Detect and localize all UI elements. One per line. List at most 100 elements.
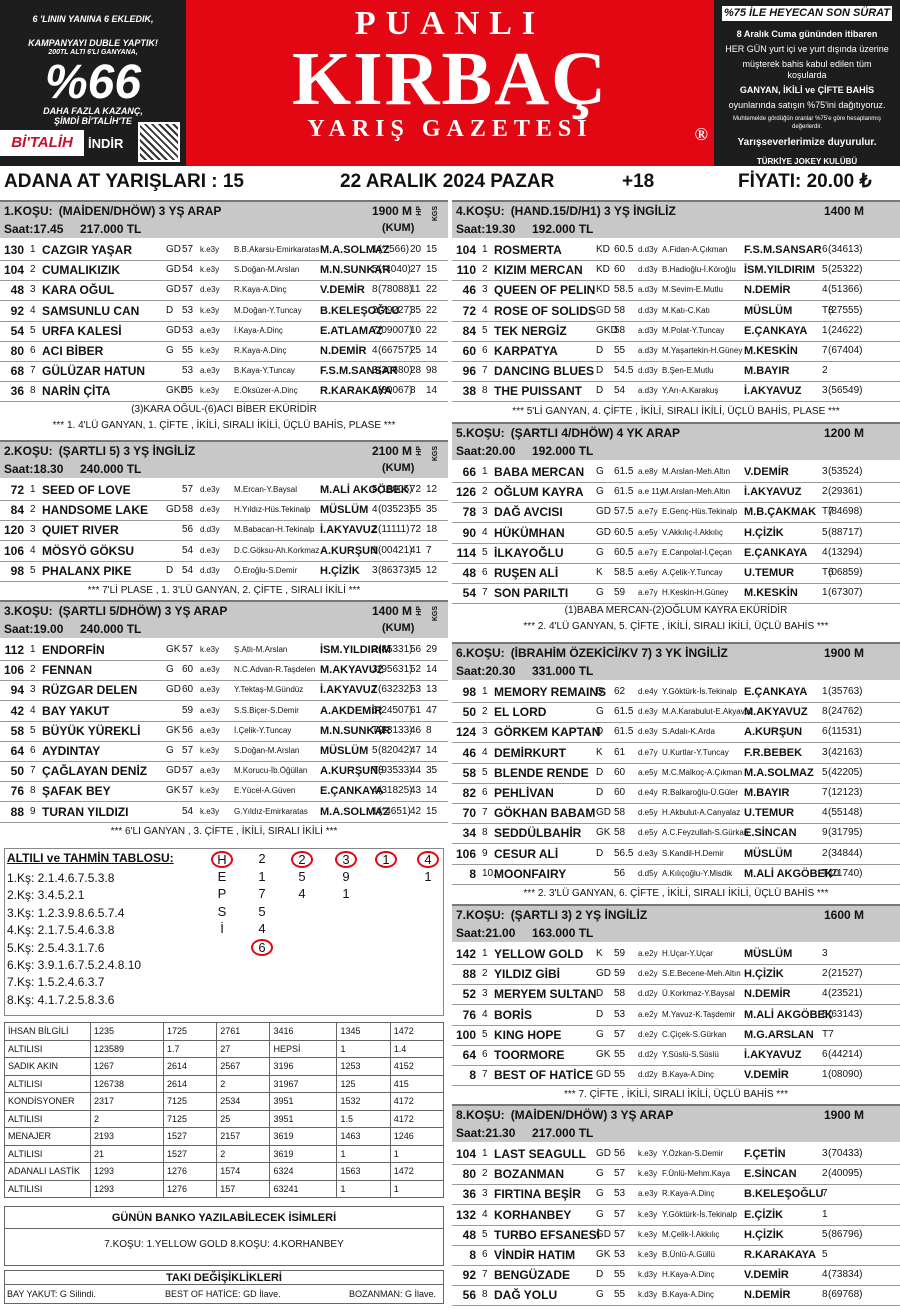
horse-row[interactable]: 124 3 GÖRKEM KAPTAN D 61.5 d.e3y S.Adalı-K.Ard… — [452, 722, 900, 742]
jockey: E.SİNCAN — [744, 1168, 797, 1181]
last-results: (42163) — [828, 746, 863, 758]
horse-row[interactable]: 58 5 BÜYÜK YÜREKLİ GK 56 a.e3y İ.Çelik-Y.Tunca… — [0, 721, 448, 741]
horse-row[interactable]: 34 8 SEDDÜLBAHİR GK 58 d.e5y A.C.Feyzullah-S.G… — [452, 823, 900, 843]
horse-row[interactable]: 88 9 TURAN YILDIZI 54 k.e3y G.Yıldız-Emirkara… — [0, 802, 448, 822]
horse-row[interactable]: 120 3 QUIET RIVER 56 d.d3y M.Babacan-H.Tekina… — [0, 520, 448, 540]
horse-row[interactable]: 106 4 MÖSYÖ GÖKSU 54 d.e3y D.C.Göksu-Ah.Korkm… — [0, 541, 448, 561]
horse-row[interactable]: 90 4 HÜKÜMHAN GD 60.5 a.e5y V.Akkılıç-İ.Akkılı… — [452, 523, 900, 543]
jockey: MÜSLÜM — [744, 847, 793, 860]
weight: 56 — [614, 867, 626, 879]
expert-pick: 1 — [336, 1179, 391, 1198]
horse-row[interactable]: 46 4 DEMİRKURT K 61 d.e7y U.Kurtlar-Y.Tuncay F.… — [452, 743, 900, 763]
horse-row[interactable]: 82 6 PEHLİVAN D 60 d.e4y R.Balkaroğlu-Ü.Güler M… — [452, 783, 900, 803]
horse-row[interactable]: 48 5 TURBO EFSANESİ GD 57 k.e3y M.Çelik-İ.Akkı… — [452, 1225, 900, 1245]
jockey: F.ÇETİN — [744, 1148, 786, 1160]
horse-row[interactable]: 110 2 KIZIM MERCAN KD 60 d.d3y B.Hadioğlu-İ.Kö… — [452, 260, 900, 280]
horse-row[interactable]: 38 8 THE PUISSANT D 54 a.d3y Y.Arı-A.Karakuş İ.… — [452, 381, 900, 401]
horse-row[interactable]: 36 3 FIRTINA BEŞİR G 53 a.e3y R.Kaya-A.Dinç B.K… — [452, 1184, 900, 1204]
owner-trainer: S.Doğan-M.Arslan — [234, 746, 300, 755]
horse-row[interactable]: 98 1 MEMORY REMAINS D 62 d.e4y Y.Göktürk-İs.Te… — [452, 682, 900, 702]
horse-row[interactable]: 52 3 MERYEM SULTAN D 58 d.d2y Ü.Korkmaz-Y.Bays… — [452, 984, 900, 1004]
horse-row[interactable]: 104 2 CUMALIKIZIK GD 54 k.e3y S.Doğan-M.Arslan… — [0, 260, 448, 280]
horse-row[interactable]: 64 6 AYDINTAY G 57 k.e3y S.Doğan-M.Arslan MÜSLÜ… — [0, 741, 448, 761]
horse-row[interactable]: 114 5 İLKAYOĞLU G 60.5 a.e7y E.Canpolat-İ.Çeça… — [452, 543, 900, 563]
horse-row[interactable]: 64 6 TOORMORE GK 55 d.d2y Y.Süslü-S.Süslü İ.AKY… — [452, 1045, 900, 1065]
tahmin-line: 5.Kş: 2.5.4.3.1.7.6 — [7, 940, 105, 955]
horse-row[interactable]: 36 8 NARİN ÇİTA GKD 55 k.e3y E.Öksüzer-A.Dinç R… — [0, 381, 448, 401]
horse-row[interactable]: 50 7 ÇAĞLAYAN DENİZ GD 57 a.e3y M.Korucu-İb.Öğ… — [0, 761, 448, 781]
horse-row[interactable]: 98 5 PHALANX PIKE D 54 d.d3y Ö.Eroğlu-S.Demir H… — [0, 561, 448, 581]
horse-row[interactable]: 76 8 ŞAFAK BEY GK 57 k.e3y E.Yücel-A.Güven E.ÇA… — [0, 781, 448, 801]
age-sex: a.e8y — [638, 467, 658, 476]
horse-row[interactable]: 100 5 KING HOPE G 57 d.e2y C.Çiçek-S.Gürkan M.G… — [452, 1025, 900, 1045]
horse-row[interactable]: 106 9 CESUR ALİ D 56.5 d.e3y S.Kandil-H.Demir M… — [452, 844, 900, 864]
expert-pick: 2614 — [162, 1074, 218, 1093]
hp-value: 8 — [410, 385, 416, 397]
rating: 106 — [3, 543, 24, 558]
horse-row[interactable]: 92 4 SAMSUNLU CAN D 53 k.e3y M.Doğan-Y.Tuncay B… — [0, 301, 448, 321]
horse-row[interactable]: 92 7 BENGÜZADE D 55 k.d3y H.Kaya-A.Dinç V.DEMİR… — [452, 1265, 900, 1285]
age-sex: d.e2y — [638, 1029, 658, 1039]
form: KD — [596, 244, 610, 255]
bitalih-promo[interactable]: 6 'LININ YANINA 6 EKLEDIK, KAMPANYAYI DU… — [0, 0, 186, 166]
horse-row[interactable]: 76 4 BORİS D 53 a.e2y M.Yavuz-K.Taşdemir M.ALİ … — [452, 1005, 900, 1025]
horse-row[interactable]: 54 7 SON PARILTI G 59 a.e7y H.Keskin-H.Güney M.… — [452, 583, 900, 603]
horse-row[interactable]: 56 8 DAĞ YOLU G 55 k.d3y B.Kaya-A.Dinç N.DEMİR 8… — [452, 1285, 900, 1305]
horse-row[interactable]: 130 1 CAZGIR YAŞAR GD 57 k.e3y B.B.Akarsu-Emir… — [0, 240, 448, 260]
horse-row[interactable]: 8 6 VİNDİR HATIM GK 53 k.e3y B.Ünlü-A.Güllü R.K… — [452, 1245, 900, 1265]
horse-row[interactable]: 104 1 LAST SEAGULL GD 56 k.e3y Y.Özkan-S.Demir… — [452, 1144, 900, 1164]
last-results: (08090) — [828, 1069, 863, 1081]
horse-row[interactable]: 48 3 KARA OĞUL GD 57 d.e3y R.Kaya-A.Dinç V.DEMİ… — [0, 280, 448, 300]
race-prize: 240.000 TL — [80, 462, 142, 476]
horse-row[interactable]: 132 4 KORHANBEY G 57 k.e3y Y.Göktürk-İs.Tekina… — [452, 1205, 900, 1225]
horse-row[interactable]: 54 5 URFA KALESİ GD 53 a.e3y İ.Kaya-A.Dinç E.AT… — [0, 321, 448, 341]
horse-name: DAĞ AVCISI — [494, 505, 563, 520]
weight: 54.5 — [614, 365, 634, 377]
weight: 62 — [614, 686, 626, 697]
horse-row[interactable]: 112 1 ENDORFİN GK 57 k.e3y Ş.Atlı-M.Arslan İSM.… — [0, 640, 448, 660]
horse-row[interactable]: 46 3 QUEEN OF PELIN KD 58.5 a.d3y M.Sevim-E.Mu… — [452, 280, 900, 300]
horse-row[interactable]: 68 7 GÜLÜZAR HATUN 53 a.e3y B.Kaya-Y.Tuncay F.… — [0, 361, 448, 381]
horse-row[interactable]: 80 2 BOZANMAN G 57 k.e3y F.Ünlü-Mehm.Kaya E.SİN… — [452, 1164, 900, 1184]
horse-row[interactable]: 106 2 FENNAN G 60 a.e3y N.C.Advan-R.Taşdelen M.… — [0, 660, 448, 680]
tahmin-letter: H — [211, 851, 233, 868]
horse-row[interactable]: 88 2 YILDIZ GİBİ GD 59 d.e2y S.E.Becene-Meh.Al… — [452, 964, 900, 984]
bet-note: *** 7. ÇİFTE , İKİLİ, SIRALI İKİLİ, ÜÇLÜ… — [564, 1089, 788, 1101]
horse-row[interactable]: 72 1 SEED OF LOVE 57 d.e3y M.Ercan-Y.Baysal M.… — [0, 480, 448, 500]
horse-row[interactable]: 58 5 BLENDE RENDE D 60 a.e5y M.C.Malkoç-A.Çıkm… — [452, 763, 900, 783]
kgs-value: 13 — [426, 684, 438, 696]
horse-row[interactable]: 94 3 RÜZGAR DELEN GD 60 a.e3y Y.Tektaş-M.Gündü… — [0, 680, 448, 700]
expert-pick: 1 — [336, 1039, 391, 1058]
horse-row[interactable]: 66 1 BABA MERCAN G 61.5 a.e8y M.Arslan-Meh.Alt… — [452, 462, 900, 482]
last-results: (42205) — [828, 766, 863, 778]
qr-code-icon[interactable] — [138, 122, 180, 162]
horse-row[interactable]: 50 2 EL LORD G 61.5 d.e3y M.A.Karabulut-E.Akya… — [452, 702, 900, 722]
horse-row[interactable]: 72 4 ROSE OF SOLIDS GD 58 d.d3y M.Katı-C.Katı M… — [452, 301, 900, 321]
jockey: A.KURŞUN — [320, 765, 379, 778]
gate: 4 — [372, 785, 378, 797]
race-header: 2.KOŞU: (ŞARTLI 5) 3 YŞ İNGİLİZ Saat:18.30… — [0, 440, 448, 478]
rating: 100 — [455, 1027, 476, 1042]
weight: 60 — [182, 664, 194, 676]
bet-note: *** 2. 4'LÜ GANYAN, 5. ÇİFTE , İKİLİ, SI… — [523, 621, 829, 633]
horse-row[interactable]: 8 7 BEST OF HATİCE GD 55 d.d2y B.Kaya-A.Dinç V.… — [452, 1065, 900, 1085]
horse-row[interactable]: 104 1 ROSMERTA KD 60.5 d.d3y A.Fidan-A.Çıkman F… — [452, 240, 900, 260]
horse-row[interactable]: 60 6 KARPATYA D 55 a.d3y M.Yaşartekin-H.Güney M… — [452, 341, 900, 361]
horse-row[interactable]: 78 3 DAĞ AVCISI GD 57.5 a.e7y E.Genç-Hüs.Tekin… — [452, 502, 900, 522]
rating: 82 — [462, 786, 476, 800]
horse-row[interactable]: 126 2 OĞLUM KAYRA G 61.5 a.e 11y M.Arslan-Meh.… — [452, 482, 900, 502]
horse-row[interactable]: 96 7 DANCING BLUES D 54.5 d.d3y B.Şen-E.Mutlu M… — [452, 361, 900, 381]
horse-row[interactable]: 42 4 BAY YAKUT 59 a.e3y S.S.Biçer-S.Demir A.AK… — [0, 701, 448, 721]
horse-row[interactable]: 84 5 TEK NERGİZ GKD 58 a.d3y M.Polat-Y.Tuncay E… — [452, 321, 900, 341]
horse-row[interactable]: 70 7 GÖKHAN BABAM GD 58 d.e5y H.Akbulut-A.Cany… — [452, 803, 900, 823]
horse-row[interactable]: 80 6 ACI BİBER G 55 k.e3y R.Kaya-A.Dinç N.DEMİR… — [0, 341, 448, 361]
rating: 64 — [10, 744, 24, 758]
horse-row[interactable]: 48 6 RUŞEN ALİ K 58.5 a.e6y A.Çelik-Y.Tuncay U.… — [452, 563, 900, 583]
race-distance: 1900 M — [372, 204, 413, 218]
age-sex: a.e3y — [200, 685, 220, 695]
horse-row[interactable]: 84 2 HANDSOME LAKE GD 58 d.e3y H.Yıldız-Hüs.Te… — [0, 500, 448, 520]
horse-row[interactable]: 142 1 YELLOW GOLD K 59 a.e2y H.Uçar-Y.Uçar MÜSL… — [452, 944, 900, 964]
horse-row[interactable]: 8 10. MOONFAIRY 56 d.d5y A.Kılıçoğlu-Y.Misdik… — [452, 864, 900, 884]
kgs-value: 15 — [426, 244, 438, 255]
age-sex: d.e4y — [638, 788, 658, 797]
